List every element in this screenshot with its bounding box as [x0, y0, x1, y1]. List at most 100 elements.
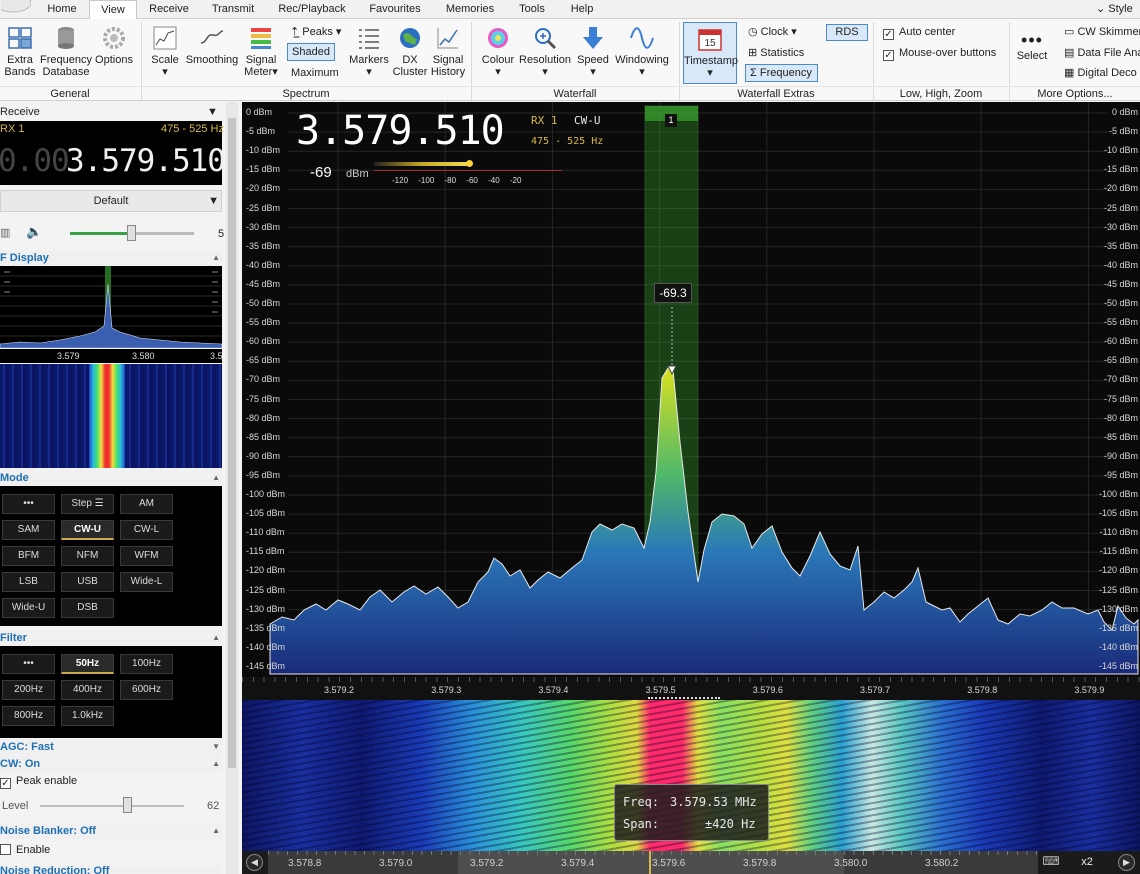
tab-help[interactable]: Help — [560, 0, 604, 19]
mode-step-button[interactable]: Step ☰ — [61, 494, 114, 514]
auto-center-checkbox[interactable]: ✓ Auto center — [883, 25, 955, 40]
signal-history-button[interactable]: Signal History — [430, 25, 466, 78]
frequency-axis-label: 3.579.2 — [324, 685, 355, 695]
timestamp-button[interactable]: 15 Timestamp ▾ — [683, 22, 738, 84]
tab-favourites[interactable]: Favourites — [360, 0, 430, 19]
keyboard-icon[interactable]: ⌨ — [1042, 854, 1060, 871]
clock-button[interactable]: ◷ Clock ▾ — [748, 25, 797, 39]
scroll-right-button[interactable]: ▶ — [1118, 854, 1135, 871]
filter-50hz-button[interactable]: 50Hz — [61, 654, 114, 674]
cw-skimmer-button[interactable]: ▭ CW Skimmer — [1064, 25, 1140, 39]
filter-800hz-button[interactable]: 800Hz — [2, 706, 55, 726]
shaded-toggle[interactable]: Shaded — [287, 43, 335, 61]
spectrum-frequency-axis[interactable]: 3.579.2 3.579.3 3.579.4 3.579.5 3.579.6 3.579… — [242, 677, 1140, 700]
spectrum-display[interactable]: 3.579.510 RX 1 CW-U 475 - 525 Hz -69 dBm… — [242, 102, 1140, 677]
tab-home[interactable]: Home — [36, 0, 88, 19]
digital-decoder-button[interactable]: ▦ Digital Deco — [1064, 66, 1137, 80]
audio-bars-icon[interactable]: ▥ — [0, 226, 10, 239]
windowing-button[interactable]: Windowing ▾ — [612, 25, 672, 78]
checkbox-checked-icon: ✓ — [883, 29, 894, 40]
filter-400hz-button[interactable]: 400Hz — [61, 680, 114, 700]
peak-enable-checkbox[interactable]: ✓ Peak enable — [0, 775, 77, 789]
tab-rec-playback[interactable]: Rec/Playback — [272, 0, 352, 19]
mode-cw-l-button[interactable]: CW-L — [120, 520, 173, 540]
mode-dsb-button[interactable]: DSB — [61, 598, 114, 618]
speed-button[interactable]: Speed ▾ — [574, 25, 612, 78]
profile-dropdown[interactable]: Default ▼ — [0, 190, 222, 212]
mode-am-button[interactable]: AM — [120, 494, 173, 514]
cw-level-slider[interactable] — [40, 805, 184, 807]
scale-button[interactable]: Scale ▾ — [148, 25, 182, 78]
filter-1khz-button[interactable]: 1.0kHz — [61, 706, 114, 726]
frequency-axis-label: 3.579.5 — [645, 685, 676, 695]
tab-tools[interactable]: Tools — [510, 0, 554, 19]
left-panel-scrollbar[interactable] — [226, 102, 238, 874]
mode-bfm-button[interactable]: BFM — [2, 546, 55, 566]
mode-wfm-button[interactable]: WFM — [120, 546, 173, 566]
timestamp-dropdown-icon: ▾ — [707, 67, 713, 79]
frequency-lcd[interactable]: RX 1 475 - 525 Hz 0.00 3.579.510 — [0, 121, 226, 185]
tab-transmit[interactable]: Transmit — [202, 0, 264, 19]
tab-receive[interactable]: Receive — [140, 0, 198, 19]
volume-slider-thumb[interactable] — [127, 225, 136, 241]
options-button[interactable]: Options — [94, 25, 134, 66]
marker-number-badge[interactable]: 1 — [665, 114, 677, 127]
mouse-over-buttons-checkbox[interactable]: ✓ Mouse-over buttons — [883, 46, 996, 61]
filter-100hz-button[interactable]: 100Hz — [120, 654, 173, 674]
waterfall-display[interactable]: Freq: 3.579.53 MHz Span: ±420 Hz — [242, 700, 1140, 851]
if-spectrum-display[interactable] — [0, 266, 223, 349]
db-scale-label: -5 dBm — [246, 126, 276, 137]
noise-reduction-header[interactable]: Noise Reduction: Off — [0, 866, 222, 874]
tooltip-freq-label: Freq: — [623, 795, 660, 809]
scrollbar-thumb[interactable] — [228, 118, 236, 768]
rds-toggle[interactable]: RDS — [826, 24, 868, 41]
cw-header[interactable]: CW: On ▲ — [0, 756, 222, 772]
app-menu-icon — [0, 0, 32, 13]
frequency-toggle[interactable]: Σ Frequency — [745, 64, 818, 82]
filter-200hz-button[interactable]: 200Hz — [2, 680, 55, 700]
mode-wide-l-button[interactable]: Wide-L — [120, 572, 173, 592]
frequency-range-strip[interactable]: 3.578.8 3.579.0 3.579.2 3.579.4 3.579.6 3.579… — [268, 851, 1038, 874]
mode-usb-button[interactable]: USB — [61, 572, 114, 592]
zoom-level[interactable]: x2 — [1074, 851, 1100, 874]
peaks-button[interactable]: ⇡̲ Peaks ▾ — [290, 25, 341, 39]
mode-wide-u-button[interactable]: Wide-U — [2, 598, 55, 618]
colour-button[interactable]: Colour ▾ — [478, 25, 518, 78]
style-menu[interactable]: ⌄ Style — [1096, 0, 1140, 19]
if-waterfall[interactable] — [0, 364, 222, 468]
markers-button[interactable]: Markers ▾ — [347, 25, 391, 78]
scroll-left-button[interactable]: ◀ — [246, 854, 263, 871]
frequency-database-button[interactable]: Frequency Database — [40, 25, 92, 78]
receive-dropdown-icon[interactable]: ▼ — [207, 104, 218, 120]
extra-bands-button[interactable]: Extra Bands — [2, 25, 38, 78]
if-display-header[interactable]: F Display ▲ — [0, 250, 222, 266]
filter-header[interactable]: Filter ▲ — [0, 630, 222, 646]
tab-memories[interactable]: Memories — [438, 0, 502, 19]
data-file-button[interactable]: ▤ Data File Ana — [1064, 46, 1140, 60]
maximum-button[interactable]: Maximum — [291, 66, 339, 80]
tab-view[interactable]: View — [89, 0, 137, 19]
app-menu-button[interactable] — [0, 0, 32, 19]
mode-cw-u-button[interactable]: CW-U — [61, 520, 114, 540]
mode-header[interactable]: Mode ▲ — [0, 470, 222, 486]
noise-blanker-enable-checkbox[interactable]: Enable — [0, 844, 50, 856]
mode-nfm-button[interactable]: NFM — [61, 546, 114, 566]
mode-sam-button[interactable]: SAM — [2, 520, 55, 540]
select-button[interactable]: ••• Select — [1012, 30, 1052, 62]
waterfall-scroll-bar[interactable]: ◀ 3.578.8 3.579.0 3.579.2 3.579.4 3.579.6 3.5… — [242, 851, 1140, 874]
cw-level-slider-thumb[interactable] — [123, 797, 132, 813]
dx-cluster-button[interactable]: DX Cluster — [392, 25, 428, 78]
signal-meter-button[interactable]: Signal Meter▾ — [242, 25, 280, 78]
statistics-button[interactable]: ⊞ Statistics — [748, 46, 804, 60]
smoothing-button[interactable]: Smoothing — [184, 25, 240, 66]
dx-cluster-label: DX Cluster — [392, 54, 428, 78]
agc-header[interactable]: AGC: Fast ▼ — [0, 739, 222, 755]
mode-lsb-button[interactable]: LSB — [2, 572, 55, 592]
noise-blanker-header[interactable]: Noise Blanker: Off ▲ — [0, 823, 222, 839]
speaker-icon[interactable]: 🔈 — [26, 224, 42, 240]
resolution-button[interactable]: Resolution ▾ — [518, 25, 572, 78]
filter-600hz-button[interactable]: 600Hz — [120, 680, 173, 700]
peak-marker-label[interactable]: -69.3 — [654, 283, 692, 303]
mode-more-button[interactable]: ••• — [2, 494, 55, 514]
filter-more-button[interactable]: ••• — [2, 654, 55, 674]
